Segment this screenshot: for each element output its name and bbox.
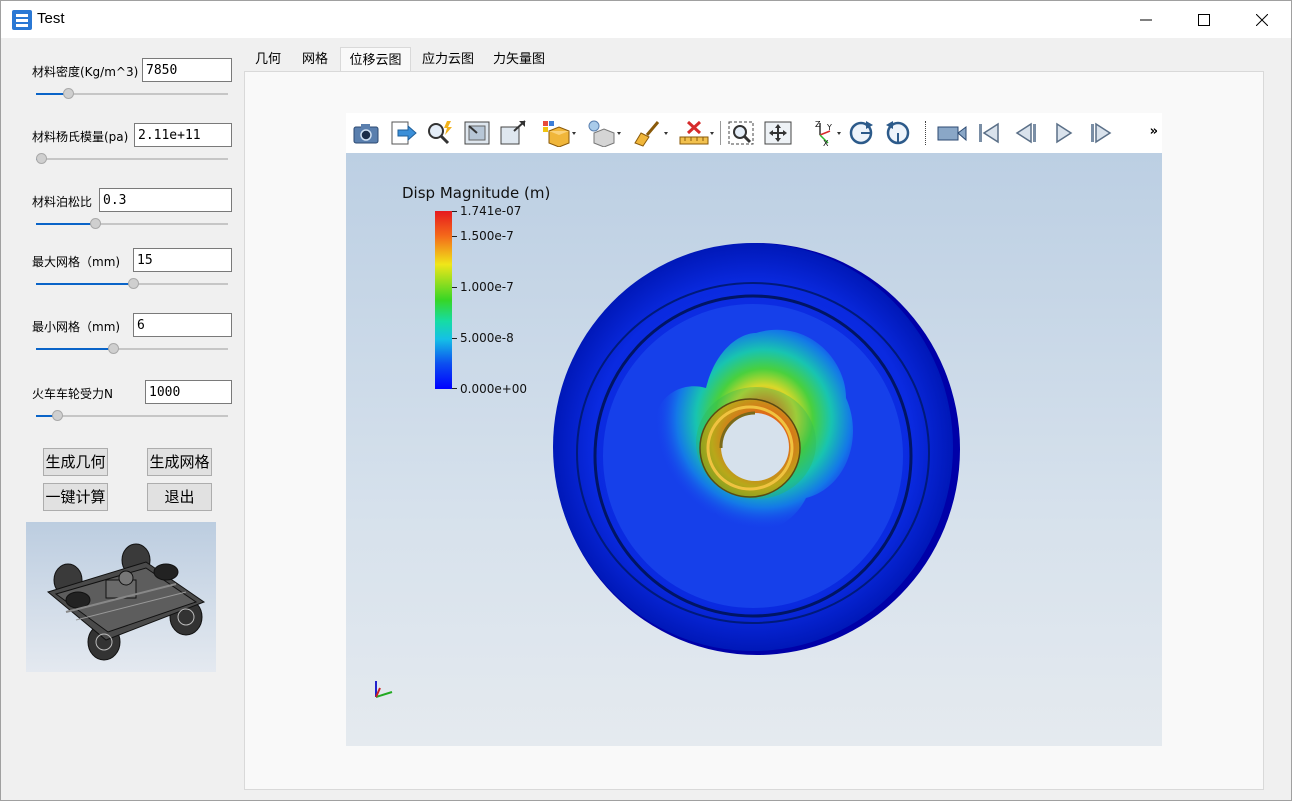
paint-icon[interactable] — [633, 119, 668, 147]
wheel-displacement-model — [553, 243, 960, 655]
min-mesh-slider[interactable] — [36, 342, 228, 356]
camera-icon[interactable] — [351, 119, 381, 147]
poisson-ratio-slider[interactable] — [36, 217, 228, 231]
orientation-axes-icon — [375, 681, 393, 698]
youngs-modulus-label: 材料杨氏模量(pa) — [32, 130, 129, 144]
legend-tick-label: 1.000e-7 — [460, 280, 514, 294]
legend-tick — [452, 287, 457, 288]
pick-icon[interactable] — [425, 119, 455, 147]
svg-text:Z: Z — [815, 120, 821, 129]
compute-button[interactable]: 一键计算 — [43, 483, 108, 511]
max-mesh-label: 最大网格（mm) — [32, 255, 121, 269]
tab-mesh[interactable]: 网格 — [296, 47, 334, 72]
title-bar[interactable]: Test — [1, 1, 1291, 38]
close-button[interactable] — [1233, 1, 1291, 38]
legend-tick-label: 1.500e-7 — [460, 229, 514, 243]
tab-force-vector[interactable]: 力矢量图 — [488, 47, 550, 72]
svg-text:X: X — [823, 139, 829, 147]
video-icon[interactable] — [936, 119, 967, 147]
bogie-preview-image — [26, 522, 216, 672]
wheel-force-input[interactable] — [145, 380, 232, 404]
min-mesh-input[interactable] — [133, 313, 232, 337]
app-icon — [12, 10, 32, 30]
density-input[interactable] — [142, 58, 232, 82]
prev-frame-icon[interactable] — [1011, 119, 1041, 147]
last-frame-icon[interactable] — [1086, 119, 1116, 147]
legend-title: Disp Magnitude (m) — [402, 184, 551, 202]
youngs-modulus-slider[interactable] — [36, 152, 228, 166]
generate-geometry-button[interactable]: 生成几何 — [43, 448, 108, 476]
lighting-icon[interactable] — [586, 119, 621, 148]
legend-tick-label: 5.000e-8 — [460, 331, 514, 345]
legend-tick — [452, 338, 457, 339]
exit-button[interactable]: 退出 — [147, 483, 212, 511]
poisson-ratio-label: 材料泊松比 — [32, 195, 93, 209]
render-viewport[interactable]: Disp Magnitude (m) 1.741e-07 1.500e-7 1.… — [346, 153, 1162, 746]
min-mesh-label: 最小网格（mm) — [32, 320, 121, 334]
color-bar — [435, 211, 452, 389]
fit-view-icon[interactable] — [763, 119, 793, 147]
youngs-modulus-input[interactable] — [134, 123, 232, 147]
app-window: Test 材料密度(Kg/m^3) 材料杨氏模量(pa) 材料泊松比 最大网格（… — [0, 0, 1292, 801]
wheel-force-label: 火车车轮受力N — [32, 387, 113, 401]
minimize-button[interactable] — [1117, 1, 1175, 38]
legend-tick-label: 1.741e-07 — [460, 204, 522, 218]
export-icon[interactable] — [388, 119, 418, 147]
max-mesh-slider[interactable] — [36, 277, 228, 291]
legend-tick-label: 0.000e+00 — [460, 382, 528, 396]
play-icon[interactable] — [1049, 119, 1079, 147]
density-slider[interactable] — [36, 87, 228, 101]
maximize-button[interactable] — [1175, 1, 1233, 38]
first-frame-icon[interactable] — [974, 119, 1004, 147]
generate-mesh-button[interactable]: 生成网格 — [147, 448, 212, 476]
color-by-icon[interactable] — [541, 119, 576, 148]
viewer-toolbar: ZYX » — [346, 113, 1162, 153]
toolbar-overflow-button[interactable]: » — [1150, 124, 1158, 139]
legend-tick — [452, 388, 457, 389]
svg-text:Y: Y — [826, 123, 832, 132]
wheel-force-slider[interactable] — [36, 409, 228, 423]
max-mesh-input[interactable] — [133, 248, 232, 272]
tab-stress[interactable]: 应力云图 — [417, 47, 479, 72]
rotate-cw-icon[interactable] — [846, 119, 876, 147]
reset-camera-icon[interactable] — [462, 119, 492, 147]
axes-orient-icon[interactable]: ZYX — [808, 119, 841, 148]
legend-tick — [452, 236, 457, 237]
tab-geometry[interactable]: 几何 — [249, 47, 287, 72]
density-label: 材料密度(Kg/m^3) — [32, 65, 139, 79]
rotate-ccw-icon[interactable] — [883, 119, 913, 147]
poisson-ratio-input[interactable] — [99, 188, 232, 212]
zoom-to-selection-icon[interactable] — [726, 119, 756, 147]
tab-displacement[interactable]: 位移云图 — [340, 47, 411, 72]
ruler-icon[interactable] — [678, 119, 714, 147]
zoom-to-box-icon[interactable] — [498, 119, 528, 147]
window-title: Test — [37, 10, 65, 27]
legend-tick — [452, 211, 457, 212]
